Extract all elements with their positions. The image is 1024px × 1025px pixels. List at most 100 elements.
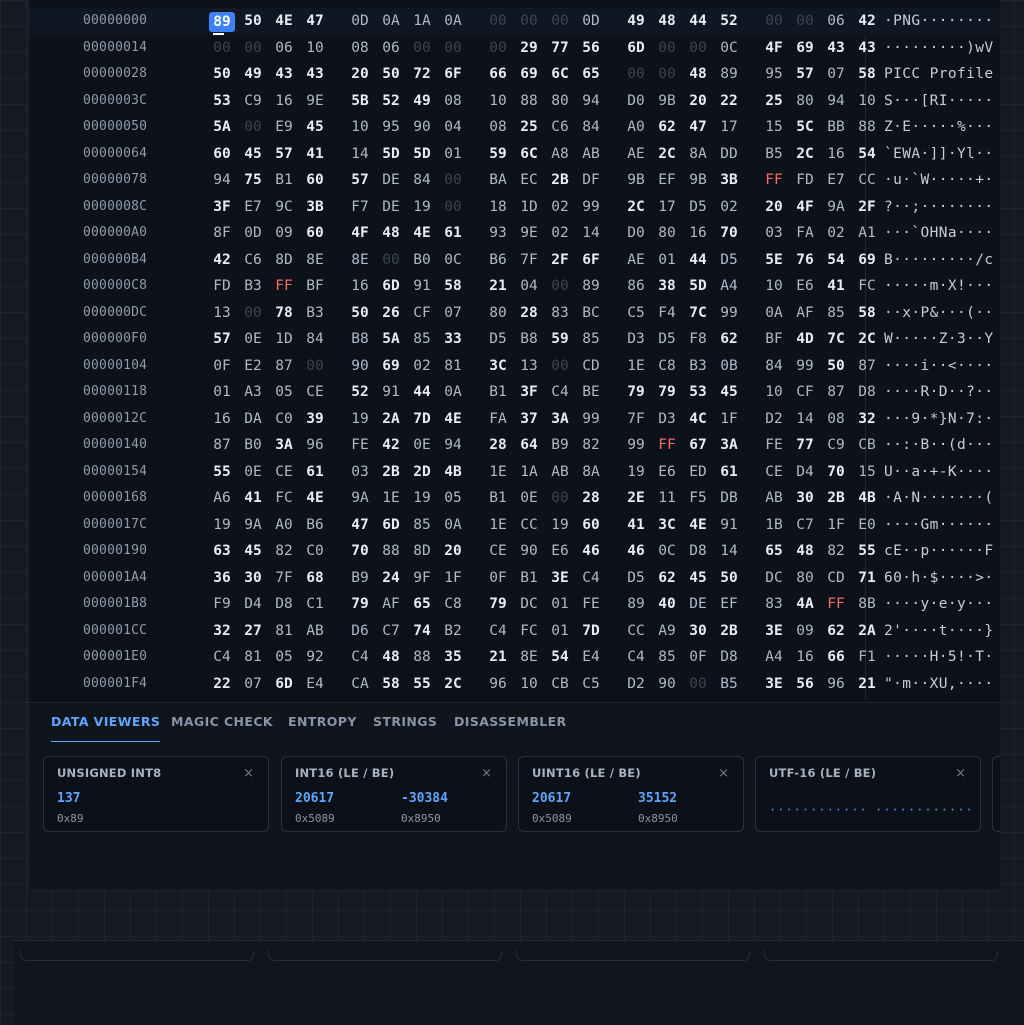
hex-byte[interactable]: 95: [378, 114, 404, 141]
hex-byte[interactable]: 33: [440, 326, 466, 353]
hex-byte[interactable]: 10: [347, 114, 373, 141]
hex-byte[interactable]: 4E: [271, 8, 297, 35]
hex-byte[interactable]: 03: [761, 220, 787, 247]
hex-byte[interactable]: A3: [240, 379, 266, 406]
hex-byte[interactable]: 69: [516, 61, 542, 88]
hex-byte[interactable]: B5: [761, 141, 787, 168]
hex-byte[interactable]: 55: [409, 671, 435, 698]
hex-row[interactable]: 00000118 01 A3 05 CE 52 91 44 0A B1 3F C4 BE 79 79 53 45…: [29, 379, 1000, 406]
hex-byte[interactable]: 00: [240, 114, 266, 141]
hex-byte[interactable]: 22: [716, 88, 742, 115]
hex-byte[interactable]: 80: [792, 88, 818, 115]
hex-byte[interactable]: 2C: [654, 141, 680, 168]
hex-byte[interactable]: C7: [792, 512, 818, 539]
hex-byte[interactable]: 9E: [516, 220, 542, 247]
hex-byte[interactable]: 54: [547, 644, 573, 671]
hex-byte[interactable]: 25: [761, 88, 787, 115]
hex-byte[interactable]: 3F: [209, 194, 235, 221]
hex-byte[interactable]: 21: [485, 644, 511, 671]
hex-byte[interactable]: 87: [271, 353, 297, 380]
hex-byte[interactable]: C4: [547, 379, 573, 406]
hex-byte[interactable]: 46: [623, 538, 649, 565]
hex-byte[interactable]: 00: [409, 35, 435, 62]
hex-byte[interactable]: 9B: [654, 88, 680, 115]
hex-byte[interactable]: CE: [761, 459, 787, 486]
hex-row[interactable]: 000001E0 C4 81 05 92 C4 48 88 35 21 8E 54 E4 C4 85 0F D8…: [29, 644, 1000, 671]
hex-byte[interactable]: A9: [654, 618, 680, 645]
hex-byte[interactable]: 90: [516, 538, 542, 565]
hex-byte[interactable]: CB: [854, 432, 880, 459]
hex-byte[interactable]: 8A: [685, 141, 711, 168]
hex-byte[interactable]: 84: [578, 114, 604, 141]
hex-byte[interactable]: 2C: [792, 141, 818, 168]
hex-row[interactable]: 0000017C 19 9A A0 B6 47 6D 85 0A 1E CC 19 60 41 3C 4E 91…: [29, 512, 1000, 539]
hex-byte[interactable]: 69: [792, 35, 818, 62]
hex-byte[interactable]: 96: [485, 671, 511, 698]
hex-byte[interactable]: 2C: [854, 326, 880, 353]
hex-byte[interactable]: 00: [685, 671, 711, 698]
hex-byte[interactable]: 3E: [761, 618, 787, 645]
hex-byte[interactable]: E6: [654, 459, 680, 486]
hex-byte[interactable]: 01: [547, 618, 573, 645]
hex-byte[interactable]: BF: [302, 273, 328, 300]
hex-byte[interactable]: 10: [485, 88, 511, 115]
hex-byte[interactable]: 14: [716, 538, 742, 565]
hex-byte[interactable]: 14: [578, 220, 604, 247]
hex-byte[interactable]: 45: [716, 379, 742, 406]
hex-byte[interactable]: 5D: [378, 141, 404, 168]
hex-byte[interactable]: D4: [792, 459, 818, 486]
hex-byte[interactable]: 4B: [440, 459, 466, 486]
hex-byte[interactable]: 20: [440, 538, 466, 565]
tab-magic-check[interactable]: MAGIC CHECK: [171, 703, 273, 741]
hex-byte[interactable]: 62: [654, 565, 680, 592]
hex-byte[interactable]: DE: [378, 167, 404, 194]
hex-byte[interactable]: 00: [547, 8, 573, 35]
hex-byte[interactable]: D5: [685, 194, 711, 221]
hex-byte[interactable]: 7F: [516, 247, 542, 274]
hex-byte[interactable]: CD: [578, 353, 604, 380]
hex-byte[interactable]: CE: [271, 459, 297, 486]
hex-byte[interactable]: 59: [485, 141, 511, 168]
hex-byte[interactable]: 00: [623, 61, 649, 88]
hex-byte[interactable]: 90: [347, 353, 373, 380]
hex-byte[interactable]: 4C: [685, 406, 711, 433]
hex-byte[interactable]: 3B: [716, 167, 742, 194]
hex-byte[interactable]: 87: [209, 432, 235, 459]
hex-byte[interactable]: 4B: [854, 485, 880, 512]
hex-byte[interactable]: D5: [623, 565, 649, 592]
hex-byte[interactable]: C1: [302, 591, 328, 618]
hex-byte[interactable]: 47: [302, 8, 328, 35]
hex-row[interactable]: 00000050 5A 00 E9 45 10 95 90 04 08 25 C6 84 A0 62 47 17…: [29, 114, 1000, 141]
hex-byte[interactable]: 0A: [761, 300, 787, 327]
hex-byte[interactable]: 77: [547, 35, 573, 62]
hex-byte[interactable]: FF: [271, 273, 297, 300]
hex-byte[interactable]: DD: [716, 141, 742, 168]
hex-byte[interactable]: 77: [792, 432, 818, 459]
hex-byte[interactable]: D5: [716, 247, 742, 274]
hex-byte[interactable]: 9B: [685, 167, 711, 194]
hex-byte[interactable]: 0D: [347, 8, 373, 35]
hex-row[interactable]: 000000DC 13 00 78 B3 50 26 CF 07 80 28 83 BC C5 F4 7C 99…: [29, 300, 1000, 327]
hex-byte[interactable]: 4D: [792, 326, 818, 353]
hex-byte[interactable]: 41: [302, 141, 328, 168]
hex-byte[interactable]: AF: [792, 300, 818, 327]
hex-byte[interactable]: 39: [302, 406, 328, 433]
hex-byte[interactable]: 55: [209, 459, 235, 486]
hex-byte[interactable]: 83: [761, 591, 787, 618]
hex-byte[interactable]: D3: [654, 406, 680, 433]
hex-byte[interactable]: 0E: [240, 326, 266, 353]
hex-byte[interactable]: EF: [716, 591, 742, 618]
hex-byte[interactable]: B3: [302, 300, 328, 327]
hex-byte[interactable]: C4: [578, 565, 604, 592]
hex-byte[interactable]: 2C: [623, 194, 649, 221]
tab-strings[interactable]: STRINGS: [373, 703, 437, 741]
hex-byte[interactable]: 13: [516, 353, 542, 380]
hex-byte[interactable]: 7D: [578, 618, 604, 645]
hex-byte[interactable]: DE: [378, 194, 404, 221]
hex-byte[interactable]: 2A: [854, 618, 880, 645]
hex-byte[interactable]: 88: [854, 114, 880, 141]
hex-byte[interactable]: 16: [209, 406, 235, 433]
hex-byte[interactable]: 2C: [440, 671, 466, 698]
tab-entropy[interactable]: ENTROPY: [288, 703, 357, 741]
hex-byte[interactable]: 59: [547, 326, 573, 353]
